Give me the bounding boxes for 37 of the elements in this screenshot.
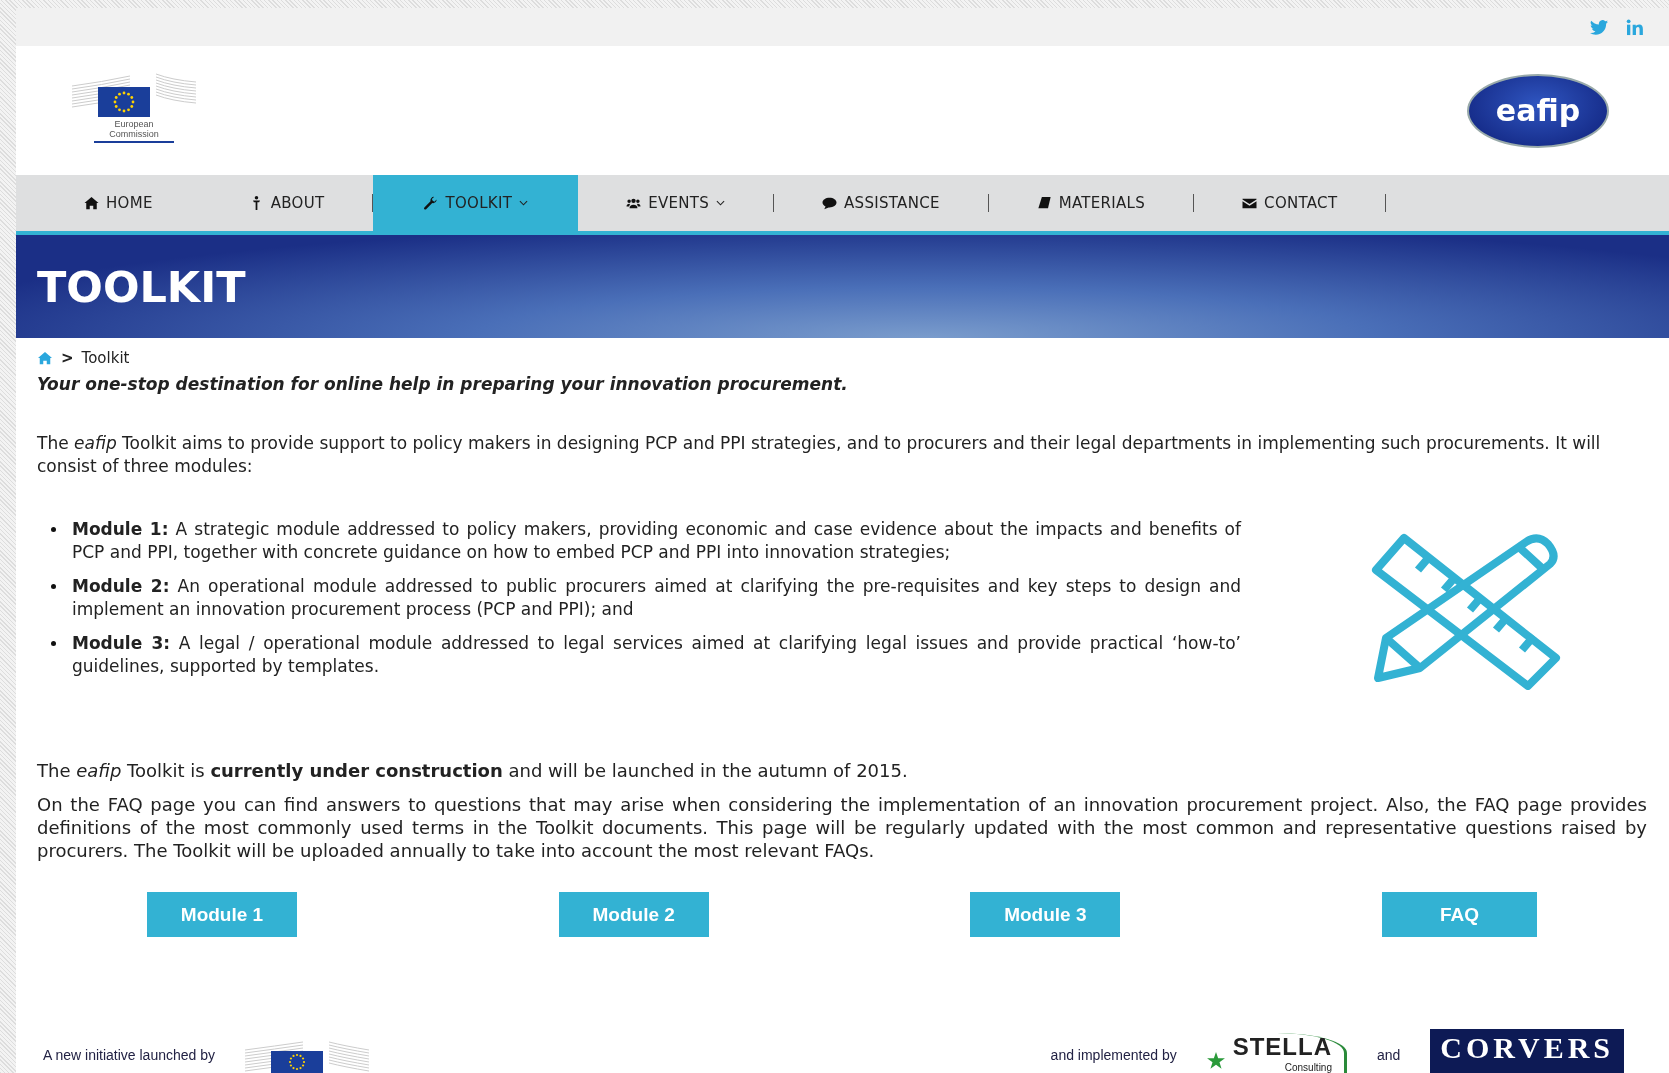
speech-bubble-icon bbox=[822, 196, 838, 210]
book-icon bbox=[1036, 196, 1052, 210]
bullet-icon bbox=[51, 641, 56, 646]
footer-text: and implemented by bbox=[1050, 1047, 1177, 1065]
wrench-icon bbox=[423, 196, 439, 210]
eafip-logo[interactable]: eafip bbox=[1467, 73, 1609, 148]
stella-logo[interactable]: STELLA Consulting bbox=[1206, 1033, 1347, 1073]
breadcrumb-separator: > bbox=[61, 349, 74, 367]
page-title: TOOLKIT bbox=[37, 261, 246, 312]
footer-text: and bbox=[1377, 1047, 1401, 1065]
module-description: Module 1: A strategic module addressed to policy makers, providing economic and case evidence about the impacts and benefits of PCP and PPI, together with concrete guidance on how to embed PCP and PPI into innovation strategies; bbox=[72, 518, 1241, 564]
home-icon bbox=[84, 196, 99, 210]
nav-item[interactable]: CONTACT bbox=[1194, 175, 1386, 231]
tagline: Your one-stop destination for online help in preparing your innovation procurement. bbox=[37, 374, 849, 394]
footer-text: A new initiative launched by bbox=[43, 1047, 215, 1065]
twitter-bird-icon[interactable] bbox=[1590, 19, 1608, 35]
breadcrumb-current: Toolkit bbox=[81, 349, 130, 367]
nav-item[interactable]: MATERIALS bbox=[988, 175, 1194, 231]
nav-item[interactable]: EVENTS bbox=[578, 175, 774, 231]
module-description: Module 3: A legal / operational module addressed to legal services aimed at clarifying legal issues and provide practical ‘how-to’ guidelines, supported by templates. bbox=[72, 632, 1241, 678]
nav-item[interactable]: ASSISTANCE bbox=[774, 175, 988, 231]
bullet-icon bbox=[51, 584, 56, 589]
intro-paragraph: The eafip Toolkit aims to provide support to policy makers in designing PCP and PPI strategies, and to procurers and their legal departments in implementing such procurements. It will consist of three modules: bbox=[37, 432, 1602, 478]
nav-item[interactable]: HOME bbox=[72, 175, 201, 231]
people-icon bbox=[626, 196, 642, 210]
status-note: The eafip Toolkit is currently under construction and will be launched in the autumn of 2015. bbox=[37, 760, 909, 781]
nav-item[interactable]: TOOLKIT bbox=[373, 175, 579, 231]
linkedin-icon[interactable] bbox=[1626, 18, 1645, 36]
home-icon[interactable] bbox=[37, 351, 53, 365]
corvers-logo[interactable]: CORVERS bbox=[1430, 1029, 1624, 1073]
nav-item[interactable]: ABOUT bbox=[200, 175, 373, 231]
european-commission-logo[interactable] bbox=[245, 1039, 369, 1073]
faq-note: On the FAQ page you can find answers to questions that may arise when considering the implementation of an innovation procurement project. Also, the FAQ page provides definitions of the most commonly used terms in the Toolkit documents. This page will be regularly updated with the most common and representative questions raised by procurers. The Toolkit will be uploaded annually to take into account the most relevant FAQs. bbox=[37, 793, 1647, 862]
logo-caption: European Commission bbox=[94, 118, 174, 143]
envelope-icon bbox=[1242, 196, 1258, 210]
bullet-icon bbox=[51, 527, 56, 532]
module-description: Module 2: An operational module addressed to public procurers aimed at clarifying the pre-requisites and key steps to design and implement an innovation procurement process (PCP and PPI); and bbox=[72, 575, 1241, 621]
